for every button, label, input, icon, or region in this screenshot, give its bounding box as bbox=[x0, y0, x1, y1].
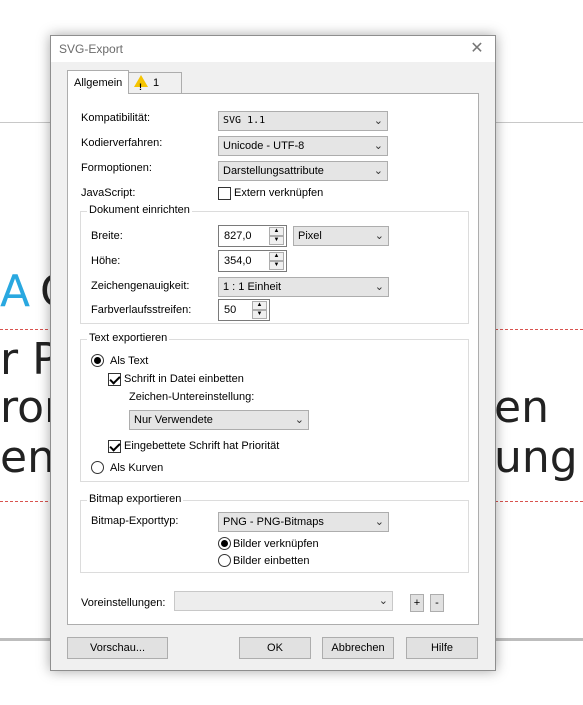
extern-link-checkbox[interactable] bbox=[218, 187, 231, 200]
encoding-value: Unicode - UTF-8 bbox=[223, 140, 305, 152]
bitmap-export-group: Bitmap exportieren Bitmap-Exporttyp: PNG… bbox=[80, 493, 469, 573]
precision-select[interactable]: 1 : 1 Einheit ⌄ bbox=[218, 277, 389, 297]
presets-select[interactable]: ⌄ bbox=[174, 591, 393, 611]
remove-preset-button[interactable]: - bbox=[430, 594, 444, 612]
chevron-down-icon: ⌄ bbox=[373, 115, 383, 127]
chevron-down-icon: ⌄ bbox=[378, 595, 388, 607]
spin-down-icon[interactable]: ▼ bbox=[269, 236, 284, 245]
document-setup-group: Dokument einrichten Breite: 827,0 ▲ ▼ Pi… bbox=[80, 204, 469, 324]
background-letter-c: C bbox=[40, 266, 50, 317]
height-value: 354,0 bbox=[224, 255, 252, 267]
embed-font-label: Schrift in Datei einbetten bbox=[124, 373, 244, 385]
encoding-label: Kodierverfahren: bbox=[81, 137, 163, 149]
chevron-down-icon: ⌄ bbox=[374, 281, 384, 293]
height-label: Höhe: bbox=[91, 255, 121, 267]
background-text-5: ung bbox=[494, 432, 578, 483]
unit-value: Pixel bbox=[298, 230, 322, 242]
subset-select[interactable]: Nur Verwendete ⌄ bbox=[129, 410, 309, 430]
dialog-title: SVG-Export bbox=[59, 42, 124, 56]
as-curves-radio[interactable] bbox=[91, 461, 104, 474]
chevron-down-icon: ⌄ bbox=[374, 516, 384, 528]
width-spinner[interactable]: 827,0 ▲ ▼ bbox=[218, 225, 287, 247]
text-export-title: Text exportieren bbox=[87, 332, 170, 344]
bitmap-type-value: PNG - PNG-Bitmaps bbox=[223, 516, 324, 528]
javascript-label: JavaScript: bbox=[81, 187, 136, 199]
embed-images-label: Bilder einbetten bbox=[233, 555, 310, 567]
spin-down-icon[interactable]: ▼ bbox=[269, 261, 284, 270]
svg-export-dialog: SVG-Export ✕ Allgemein !1 Problem Kompat… bbox=[50, 35, 496, 671]
warning-icon: ! bbox=[134, 75, 148, 92]
bitmap-type-select[interactable]: PNG - PNG-Bitmaps ⌄ bbox=[218, 512, 389, 532]
format-value: Darstellungsattribute bbox=[223, 165, 324, 177]
gradient-steps-value: 50 bbox=[224, 304, 237, 316]
close-icon[interactable]: ✕ bbox=[467, 39, 487, 59]
tab-problem[interactable]: !1 Problem bbox=[127, 72, 182, 110]
ok-button[interactable]: OK bbox=[239, 637, 311, 659]
embed-font-checkbox[interactable] bbox=[108, 373, 121, 386]
spin-up-icon[interactable]: ▲ bbox=[269, 252, 284, 261]
add-preset-button[interactable]: + bbox=[410, 594, 424, 612]
bitmap-type-label: Bitmap-Exporttyp: bbox=[91, 515, 179, 527]
presets-label: Voreinstellungen: bbox=[81, 597, 166, 609]
width-label: Breite: bbox=[91, 230, 123, 242]
link-images-label: Bilder verknüpfen bbox=[233, 538, 319, 550]
chevron-down-icon: ⌄ bbox=[294, 414, 304, 426]
background-text-2: ron bbox=[0, 382, 50, 433]
tab-allgemein-label: Allgemein bbox=[74, 77, 123, 89]
font-priority-checkbox[interactable] bbox=[108, 440, 121, 453]
as-text-radio[interactable] bbox=[91, 354, 104, 367]
text-export-group: Text exportieren Als Text Schrift in Dat… bbox=[80, 332, 469, 482]
height-spinner[interactable]: 354,0 ▲ ▼ bbox=[218, 250, 287, 272]
cancel-button[interactable]: Abbrechen bbox=[322, 637, 394, 659]
chevron-down-icon: ⌄ bbox=[373, 165, 383, 177]
format-select[interactable]: Darstellungsattribute ⌄ bbox=[218, 161, 388, 181]
spin-up-icon[interactable]: ▲ bbox=[252, 301, 267, 310]
tab-allgemein[interactable]: Allgemein bbox=[67, 70, 130, 94]
precision-value: 1 : 1 Einheit bbox=[223, 281, 282, 293]
font-priority-label: Eingebettete Schrift hat Priorität bbox=[124, 440, 280, 452]
as-curves-label: Als Kurven bbox=[110, 462, 164, 474]
as-text-label: Als Text bbox=[110, 355, 149, 367]
title-bar[interactable]: SVG-Export ✕ bbox=[51, 36, 495, 62]
link-images-radio[interactable] bbox=[218, 537, 231, 550]
subset-label: Zeichen-Untereinstellung: bbox=[129, 391, 255, 403]
gradient-spinner-buttons: ▲ ▼ bbox=[252, 301, 268, 319]
subset-value: Nur Verwendete bbox=[134, 414, 213, 426]
preview-button[interactable]: Vorschau... bbox=[67, 637, 168, 659]
chevron-down-icon: ⌄ bbox=[374, 230, 384, 242]
background-text-4: ens bbox=[0, 432, 50, 483]
width-value: 827,0 bbox=[224, 230, 252, 242]
bitmap-export-title: Bitmap exportieren bbox=[87, 493, 184, 505]
spin-down-icon[interactable]: ▼ bbox=[252, 310, 267, 319]
spin-up-icon[interactable]: ▲ bbox=[269, 227, 284, 236]
general-panel: Kompatibilität: SVG 1.1 ⌄ Kodierverfahre… bbox=[67, 93, 479, 625]
width-spinner-buttons: ▲ ▼ bbox=[269, 227, 285, 245]
chevron-down-icon: ⌄ bbox=[373, 140, 383, 152]
encoding-select[interactable]: Unicode - UTF-8 ⌄ bbox=[218, 136, 388, 156]
document-setup-title: Dokument einrichten bbox=[87, 204, 192, 216]
gradient-steps-label: Farbverlaufsstreifen: bbox=[91, 304, 192, 316]
compat-select[interactable]: SVG 1.1 ⌄ bbox=[218, 111, 388, 131]
compat-value: SVG 1.1 bbox=[223, 115, 266, 126]
format-label: Formoptionen: bbox=[81, 162, 152, 174]
height-spinner-buttons: ▲ ▼ bbox=[269, 252, 285, 270]
unit-select[interactable]: Pixel ⌄ bbox=[293, 226, 389, 246]
background-text-3: en bbox=[494, 382, 549, 433]
compat-label: Kompatibilität: bbox=[81, 112, 151, 124]
extern-link-label: Extern verknüpfen bbox=[234, 187, 324, 199]
help-button[interactable]: Hilfe bbox=[406, 637, 478, 659]
precision-label: Zeichengenauigkeit: bbox=[91, 280, 190, 292]
gradient-steps-spinner[interactable]: 50 ▲ ▼ bbox=[218, 299, 270, 321]
embed-images-radio[interactable] bbox=[218, 554, 231, 567]
background-text-1: r Pl bbox=[0, 334, 50, 385]
